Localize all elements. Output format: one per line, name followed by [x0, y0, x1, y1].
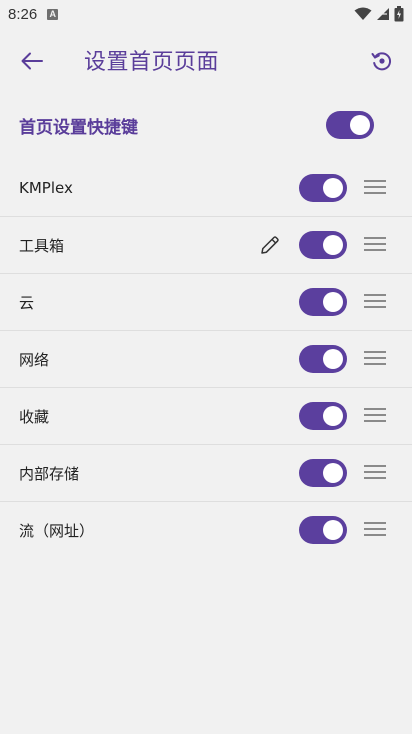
wifi-icon — [354, 7, 372, 20]
restore-icon — [371, 52, 392, 71]
drag-handle-icon[interactable] — [364, 180, 386, 196]
shortcut-label: 收藏 — [19, 407, 50, 426]
shortcut-label: 云 — [19, 293, 35, 312]
drag-handle-icon[interactable] — [364, 522, 386, 538]
back-button[interactable] — [14, 43, 50, 79]
toggle-knob — [323, 235, 343, 255]
drag-handle-icon[interactable] — [364, 237, 386, 253]
shortcut-row-internal-storage: 内部存储 — [0, 445, 412, 502]
page-title: 设置首页页面 — [84, 50, 220, 75]
drag-handle-icon[interactable] — [364, 408, 386, 424]
shortcut-toggle-network[interactable] — [299, 345, 347, 373]
status-left: 8:26 A — [8, 5, 59, 23]
shortcut-label: KMPlex — [19, 179, 73, 197]
shortcut-row-favorites: 收藏 — [0, 388, 412, 445]
toggle-knob — [323, 292, 343, 312]
shortcut-toggle-cloud[interactable] — [299, 288, 347, 316]
status-icons — [354, 6, 404, 22]
toggle-knob — [323, 520, 343, 540]
shortcut-row-stream-url: 流（网址） — [0, 502, 412, 558]
shortcut-toggle-kmplex[interactable] — [299, 174, 347, 202]
shortcut-row-cloud: 云 — [0, 274, 412, 331]
status-time: 8:26 — [8, 5, 38, 23]
battery-icon — [394, 6, 404, 22]
toggle-knob — [323, 406, 343, 426]
shortcut-list: KMPlex 工具箱 云 网络 收藏 内部存储 流（网址） — [0, 160, 412, 558]
arrow-left-icon — [21, 52, 43, 70]
drag-handle-icon[interactable] — [364, 294, 386, 310]
shortcut-toggle-toolbox[interactable] — [299, 231, 347, 259]
drag-handle-icon[interactable] — [364, 465, 386, 481]
master-shortcut-row: 首页设置快捷键 — [0, 90, 412, 160]
toggle-knob — [350, 115, 370, 135]
shortcut-toggle-internal-storage[interactable] — [299, 459, 347, 487]
shortcut-label: 流（网址） — [19, 521, 95, 540]
status-bar: 8:26 A — [0, 0, 412, 28]
toggle-knob — [323, 349, 343, 369]
edit-button[interactable] — [258, 233, 282, 257]
toggle-knob — [323, 463, 343, 483]
drag-handle-icon[interactable] — [364, 351, 386, 367]
app-bar: 设置首页页面 — [0, 28, 412, 90]
pencil-icon — [261, 236, 279, 254]
master-shortcut-label: 首页设置快捷键 — [19, 117, 138, 138]
shortcut-label: 内部存储 — [19, 464, 80, 483]
notification-icon: A — [47, 8, 59, 20]
shortcut-label: 网络 — [19, 350, 50, 369]
shortcut-toggle-favorites[interactable] — [299, 402, 347, 430]
cell-signal-icon — [377, 8, 389, 20]
shortcut-label: 工具箱 — [19, 236, 65, 255]
shortcut-toggle-stream-url[interactable] — [299, 516, 347, 544]
shortcut-row-kmplex: KMPlex — [0, 160, 412, 217]
shortcut-row-toolbox: 工具箱 — [0, 217, 412, 274]
master-shortcut-toggle[interactable] — [326, 111, 374, 139]
shortcut-row-network: 网络 — [0, 331, 412, 388]
reset-button[interactable] — [364, 43, 400, 79]
toggle-knob — [323, 178, 343, 198]
